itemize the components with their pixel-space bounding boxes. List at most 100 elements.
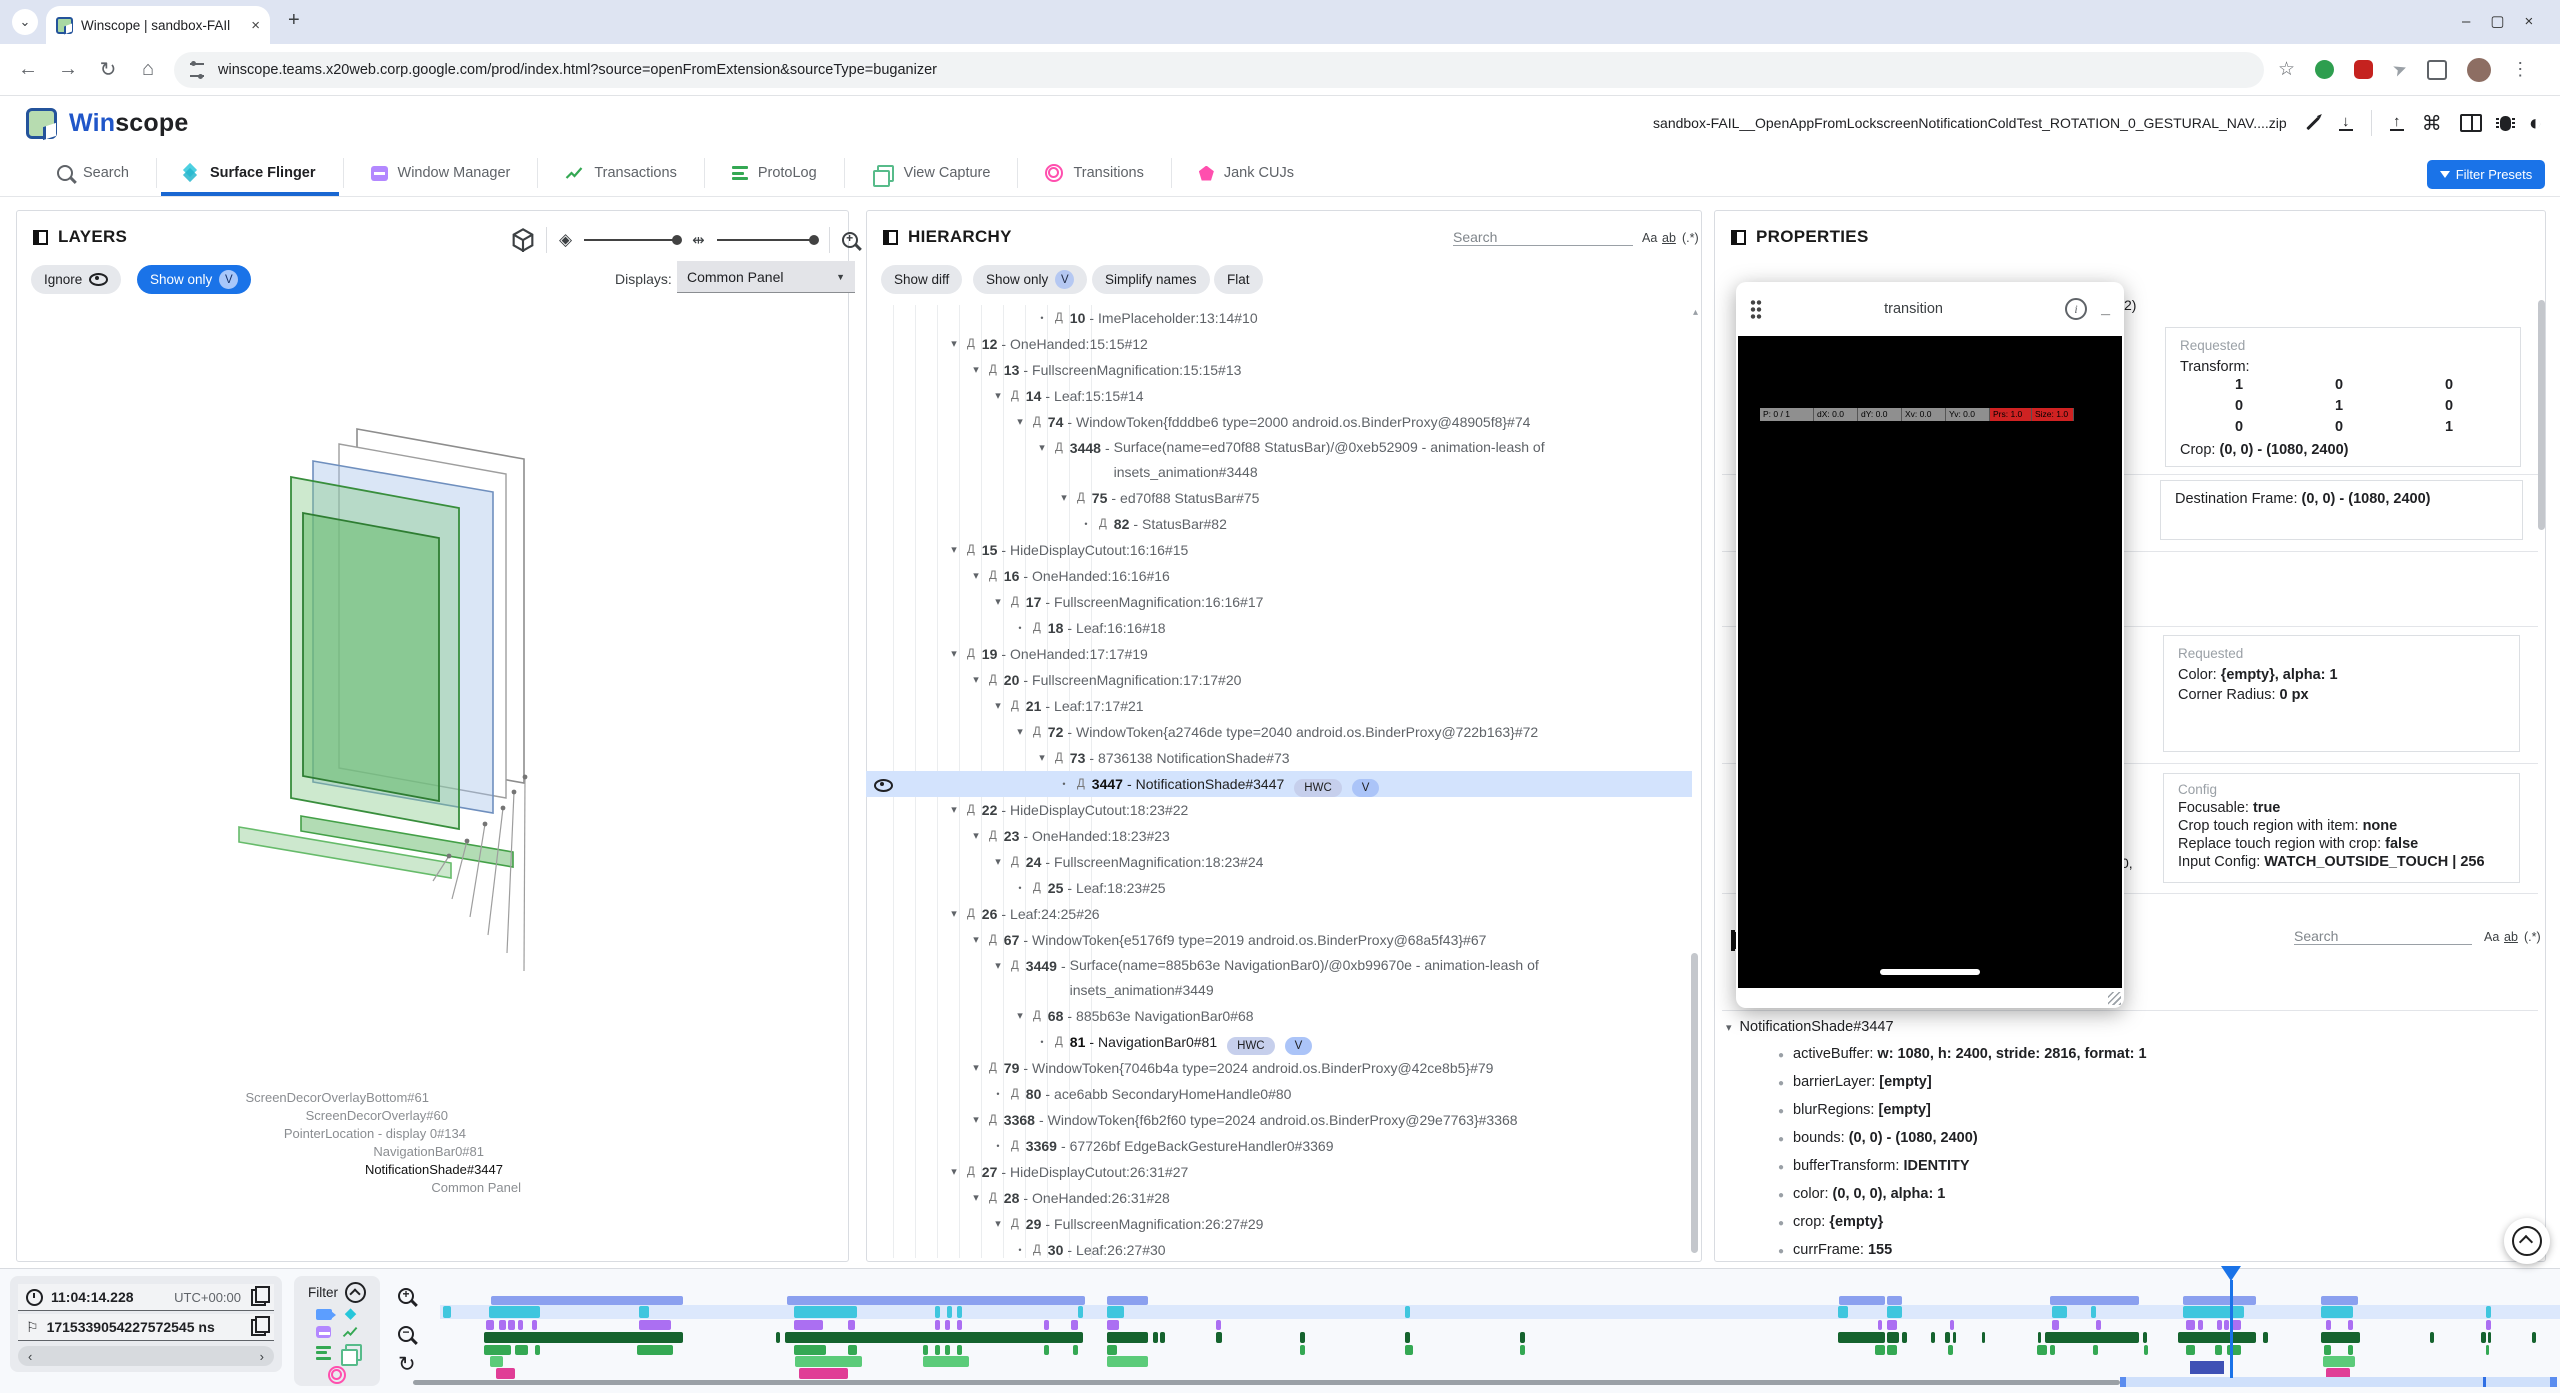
timeline-segment-transactions[interactable]: [1216, 1332, 1222, 1343]
tree-row[interactable]: ▾Д68-885b63e NavigationBar0#68: [866, 1003, 1692, 1029]
timeline-segment-transactions[interactable]: [776, 1332, 780, 1343]
info-icon[interactable]: i: [2065, 298, 2087, 320]
timeline-segment-window-manager[interactable]: [2348, 1320, 2353, 1330]
browser-menu-icon[interactable]: ⋮: [2511, 59, 2529, 80]
timeline-segment-transactions[interactable]: [1405, 1332, 1410, 1343]
view-capture-filter-icon[interactable]: [345, 1344, 362, 1361]
expand-arrow-icon[interactable]: ▾: [970, 357, 982, 383]
property-row[interactable]: ●currFrame: 155: [1726, 1237, 2526, 1260]
scroll-up-icon[interactable]: ▴: [1693, 307, 1698, 318]
expand-arrow-icon[interactable]: ▾: [948, 797, 960, 823]
expand-arrow-icon[interactable]: ▾: [970, 667, 982, 693]
expand-arrow-icon[interactable]: ▾: [970, 1185, 982, 1211]
expand-arrow-icon[interactable]: ▾: [992, 589, 1004, 615]
timeline-segment-protolog[interactable]: [848, 1345, 857, 1355]
layer-3d-label[interactable]: NotificationShade#3447: [365, 1162, 503, 1177]
timeline-segment-window-manager[interactable]: [1950, 1320, 1954, 1330]
timeline-segment-surface-flinger[interactable]: [1887, 1306, 1902, 1318]
regex-icon[interactable]: (.*): [1682, 231, 1699, 245]
nav-tab-transactions[interactable]: Transactions: [537, 158, 703, 188]
tree-row[interactable]: ▾Д72-WindowToken{a2746de type=2040 andro…: [866, 719, 1692, 745]
timeline-scrollbar[interactable]: [413, 1380, 2120, 1385]
timeline-segment-protolog[interactable]: [2186, 1345, 2195, 1355]
tree-row[interactable]: •Д25-Leaf:18:23#25: [866, 875, 1692, 901]
property-row[interactable]: ●bounds: (0, 0) - (1080, 2400): [1726, 1125, 2526, 1153]
timeline-segment-protolog[interactable]: [957, 1345, 962, 1355]
timeline-segment-window-manager[interactable]: [848, 1320, 855, 1330]
nav-tab-view-capture[interactable]: View Capture: [844, 158, 1018, 188]
transition-overlay-window[interactable]: transition i _ P: 0 / 1dX: 0.0dY: 0.0Xv:…: [1736, 282, 2124, 1008]
timeline-segment-protolog[interactable]: [1044, 1345, 1049, 1355]
timeline-segment-surface-flinger[interactable]: [2321, 1306, 2353, 1318]
tab-search-chevron-icon[interactable]: ⌄: [12, 9, 38, 35]
timeline-segment-surface-flinger[interactable]: [489, 1306, 540, 1318]
property-row[interactable]: ●bufferTransform: IDENTITY: [1726, 1153, 2526, 1181]
property-row[interactable]: ●barrierLayer: [empty]: [1726, 1069, 2526, 1097]
timeline-segment-transactions[interactable]: [2532, 1332, 2536, 1343]
expand-arrow-icon[interactable]: ▾: [970, 563, 982, 589]
layer-3d-label[interactable]: ScreenDecorOverlayBottom#61: [245, 1090, 429, 1105]
timeline-segment-protolog[interactable]: [945, 1345, 950, 1355]
timeline-segment-window-manager[interactable]: [794, 1320, 823, 1330]
tab-close-icon[interactable]: ×: [251, 17, 260, 34]
timeline-segment-protolog[interactable]: [2050, 1345, 2055, 1355]
extensions-puzzle-icon[interactable]: [2427, 60, 2447, 80]
tree-row[interactable]: ▾Д28-OneHanded:26:31#28: [866, 1185, 1692, 1211]
timeline-segment-protolog[interactable]: [935, 1345, 940, 1355]
timeline-segment-protolog[interactable]: [1300, 1345, 1305, 1355]
property-row[interactable]: ●crop: {empty}: [1726, 1209, 2526, 1237]
timeline-segment-window-manager[interactable]: [2186, 1320, 2195, 1330]
dark-mode-icon[interactable]: ◐: [2529, 110, 2542, 136]
timeline-segment-protolog[interactable]: [2144, 1345, 2148, 1355]
timeline-segment-window-manager[interactable]: [1216, 1320, 1221, 1330]
expand-arrow-icon[interactable]: ▾: [948, 1159, 960, 1185]
timeline-segment-view-capture[interactable]: [2323, 1356, 2355, 1367]
timeline-segment-selected[interactable]: [2190, 1361, 2224, 1374]
timeline-segment-protolog[interactable]: [2037, 1345, 2047, 1355]
protolog-filter-icon[interactable]: [316, 1346, 331, 1360]
expand-arrow-icon[interactable]: ▾: [992, 1211, 1004, 1237]
timeline-segment-window-manager[interactable]: [532, 1320, 537, 1330]
timeline-segment-screen-recording[interactable]: [787, 1296, 1085, 1305]
timeline-segment-transitions[interactable]: [799, 1368, 848, 1379]
frame-pager[interactable]: ‹›: [18, 1346, 274, 1366]
properties-scrollbar[interactable]: [2538, 300, 2545, 530]
upload-icon[interactable]: ↑: [2390, 115, 2404, 132]
timeline-segment-view-capture[interactable]: [1107, 1356, 1148, 1367]
timeline-segment-transactions[interactable]: [1953, 1332, 1956, 1343]
timeline-segment-protolog[interactable]: [515, 1345, 528, 1355]
collapse-panel-button[interactable]: [2504, 1218, 2550, 1264]
collapse-filter-icon[interactable]: [345, 1282, 366, 1303]
show-only-v-button[interactable]: Show onlyV: [973, 265, 1087, 294]
timeline-segment-transitions[interactable]: [496, 1368, 515, 1379]
timeline-segment-window-manager[interactable]: [486, 1320, 494, 1330]
timeline-segment-protolog[interactable]: [2486, 1345, 2489, 1355]
minimize-icon[interactable]: _: [2101, 300, 2110, 318]
spacing-slider[interactable]: [717, 239, 817, 241]
copy-icon[interactable]: [251, 1319, 266, 1336]
timeline-segment-window-manager[interactable]: [2217, 1320, 2222, 1330]
profile-avatar[interactable]: [2467, 58, 2491, 82]
tree-row[interactable]: ▾Д13-FullscreenMagnification:15:15#13: [866, 357, 1692, 383]
expand-arrow-icon[interactable]: ▾: [970, 927, 982, 953]
minimap-selection[interactable]: [2120, 1377, 2557, 1387]
timeline-segment-protolog[interactable]: [1948, 1345, 1953, 1355]
expand-arrow-icon[interactable]: ▾: [992, 849, 1004, 875]
simplify-names-button[interactable]: Simplify names: [1092, 265, 1210, 294]
drag-handle[interactable]: [1750, 299, 1762, 319]
timeline-segment-protolog[interactable]: [1520, 1345, 1525, 1355]
timeline-segment-protolog[interactable]: [1073, 1345, 1078, 1355]
timeline-segment-transactions[interactable]: [1887, 1332, 1899, 1343]
timeline-segment-surface-flinger[interactable]: [639, 1306, 649, 1318]
layer-3d-label[interactable]: NavigationBar0#81: [373, 1144, 484, 1159]
timeline-segment-transactions[interactable]: [2038, 1332, 2041, 1343]
expand-arrow-icon[interactable]: ▾: [970, 823, 982, 849]
timeline-segment-transactions[interactable]: [1520, 1332, 1525, 1343]
timeline-segment-surface-flinger[interactable]: [2183, 1306, 2244, 1318]
timeline-segment-transactions[interactable]: [2481, 1332, 2486, 1343]
timeline-segment-window-manager[interactable]: [935, 1320, 940, 1330]
regex-icon[interactable]: (.*): [2524, 930, 2541, 944]
show-diff-button[interactable]: Show diff: [881, 265, 962, 294]
expand-arrow-icon[interactable]: ▾: [970, 1107, 982, 1133]
timeline-segment-transactions[interactable]: [1160, 1332, 1165, 1343]
